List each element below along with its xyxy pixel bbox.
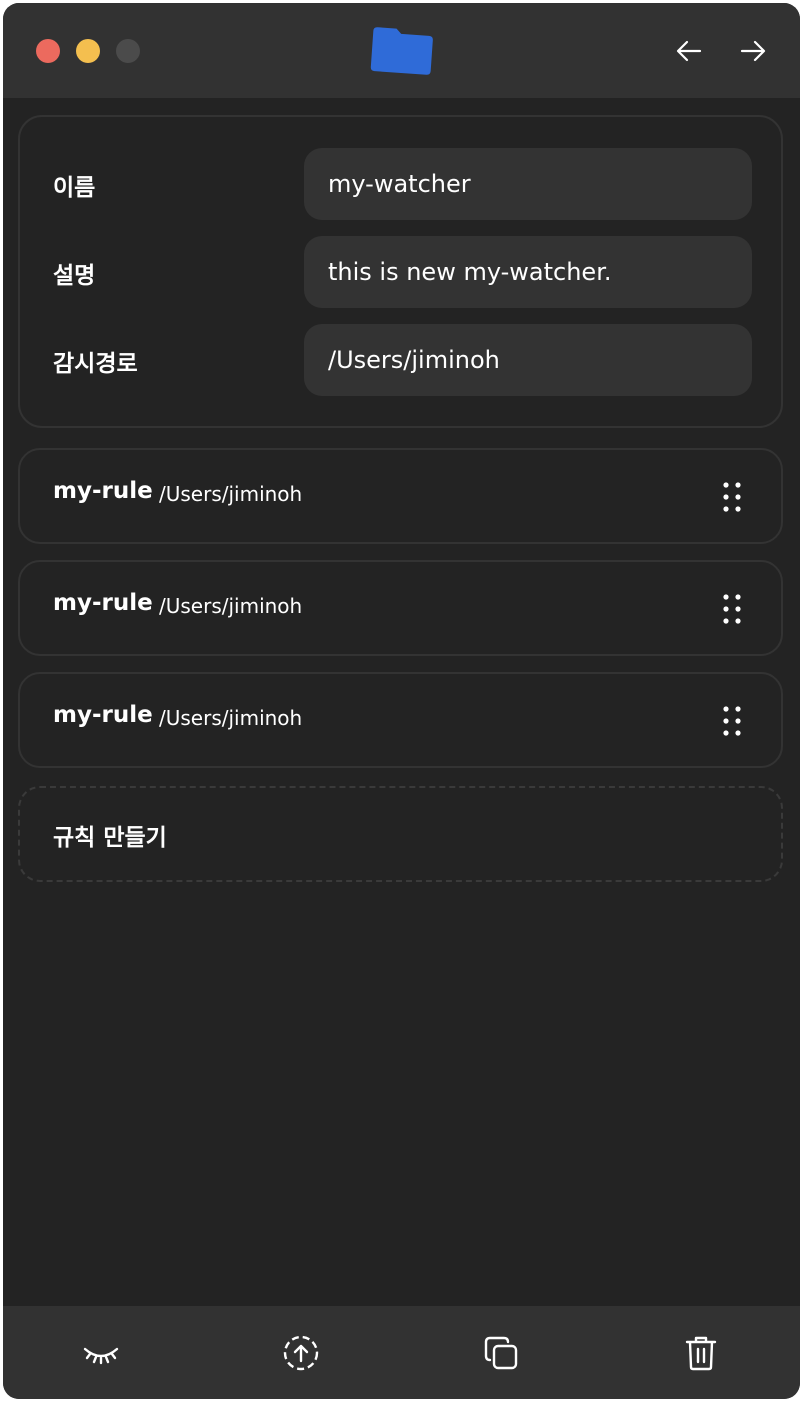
folder-icon: [370, 27, 433, 75]
watcher-info-card: 이름 my-watcher 설명 this is new my-watcher.…: [18, 115, 783, 428]
drag-handle-icon[interactable]: [720, 592, 744, 626]
delete-button[interactable]: [681, 1333, 721, 1373]
rule-path: /Users/jiminoh: [159, 482, 303, 506]
rule-name: my-rule: [53, 478, 153, 504]
create-rule-label: 규칙 만들기: [53, 825, 167, 851]
close-window-button[interactable]: [36, 39, 60, 63]
rule-item[interactable]: my-rule /Users/jiminoh: [18, 560, 783, 656]
export-button[interactable]: [281, 1333, 321, 1373]
upload-icon: [283, 1335, 319, 1371]
trash-icon: [685, 1336, 717, 1371]
minimize-window-button[interactable]: [76, 39, 100, 63]
rule-path: /Users/jiminoh: [159, 594, 303, 618]
app-window: 이름 my-watcher 설명 this is new my-watcher.…: [3, 3, 800, 1399]
watch-path-label: 감시경로: [53, 351, 138, 377]
forward-button[interactable]: [736, 34, 770, 68]
arrow-right-icon: [740, 40, 766, 62]
zoom-window-button[interactable]: [116, 39, 140, 63]
rule-item[interactable]: my-rule /Users/jiminoh: [18, 672, 783, 768]
rule-path: /Users/jiminoh: [159, 706, 303, 730]
name-field[interactable]: my-watcher: [304, 148, 752, 220]
arrow-left-icon: [676, 40, 702, 62]
watch-path-field[interactable]: /Users/jiminoh: [304, 324, 752, 396]
title-bar: [3, 3, 800, 98]
toggle-watch-button[interactable]: [81, 1333, 121, 1373]
name-label: 이름: [53, 175, 96, 201]
drag-handle-icon[interactable]: [720, 480, 744, 514]
description-label: 설명: [53, 263, 96, 289]
copy-icon: [484, 1336, 518, 1370]
create-rule-button[interactable]: 규칙 만들기: [18, 786, 783, 882]
bottom-toolbar: [3, 1306, 800, 1399]
back-button[interactable]: [672, 34, 706, 68]
duplicate-button[interactable]: [481, 1333, 521, 1373]
rule-name: my-rule: [53, 702, 153, 728]
rule-item[interactable]: my-rule /Users/jiminoh: [18, 448, 783, 544]
rule-name: my-rule: [53, 590, 153, 616]
description-field[interactable]: this is new my-watcher.: [304, 236, 752, 308]
drag-handle-icon[interactable]: [720, 704, 744, 738]
eye-closed-icon: [83, 1347, 119, 1365]
